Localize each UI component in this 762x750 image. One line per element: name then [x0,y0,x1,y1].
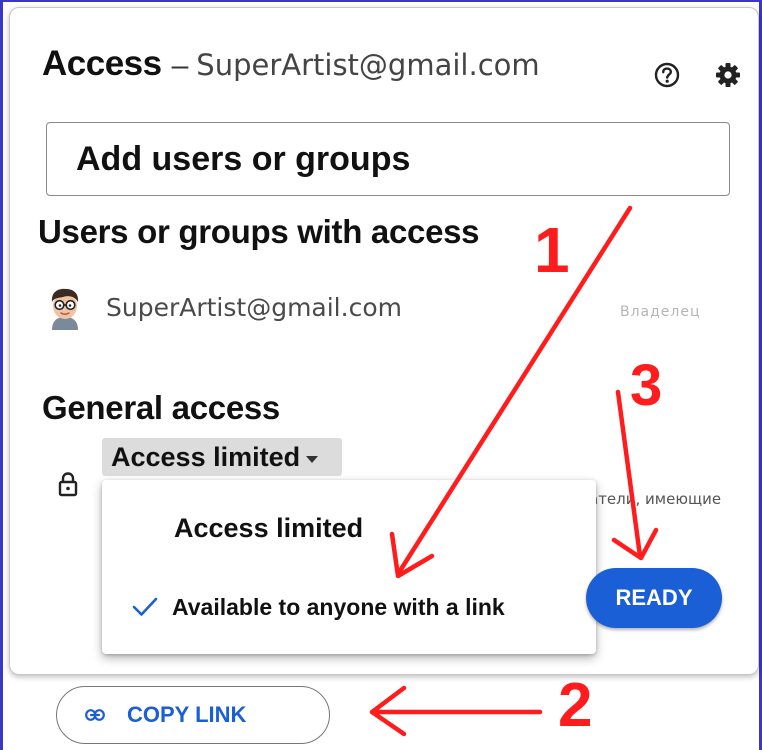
lock-icon [58,472,78,497]
dialog-title-dash: – [171,49,189,82]
dialog-title-email: SuperArtist@gmail.com [196,48,540,82]
access-level-selected: Access limited [111,441,301,472]
help-circle-icon[interactable] [652,60,682,90]
add-users-input[interactable] [46,122,730,196]
general-access-heading: General access [42,389,280,426]
copy-link-label: COPY LINK [127,702,247,727]
menu-item-access-limited[interactable]: Access limited [102,498,596,558]
user-email: SuperArtist@gmail.com [106,293,402,322]
menu-item-label: Access limited [174,512,364,543]
annotation-number-2: 2 [558,671,593,740]
dialog-title: Access – SuperArtist@gmail.com [42,44,540,94]
link-icon [85,709,105,721]
copy-link-button[interactable]: COPY LINK [56,686,330,744]
access-description-text: атели, имеющие [589,490,722,508]
access-level-menu: Access limited Available to anyone with … [102,480,596,654]
annotation-number-3: 3 [630,353,663,418]
avatar [51,288,79,330]
gear-icon[interactable] [713,60,743,90]
checkmark-icon [132,597,158,616]
access-level-dropdown[interactable]: Access limited [102,438,342,476]
dialog-title-main: Access [42,44,162,83]
users-with-access-heading: Users or groups with access [38,213,480,250]
menu-item-label: Available to anyone with a link [172,593,505,620]
annotation-number-1: 1 [534,214,570,286]
chevron-down-icon [306,455,319,463]
menu-item-anyone-with-link[interactable]: Available to anyone with a link [102,577,596,637]
user-role: Владелец [620,304,701,320]
ready-button[interactable]: READY [586,568,722,628]
